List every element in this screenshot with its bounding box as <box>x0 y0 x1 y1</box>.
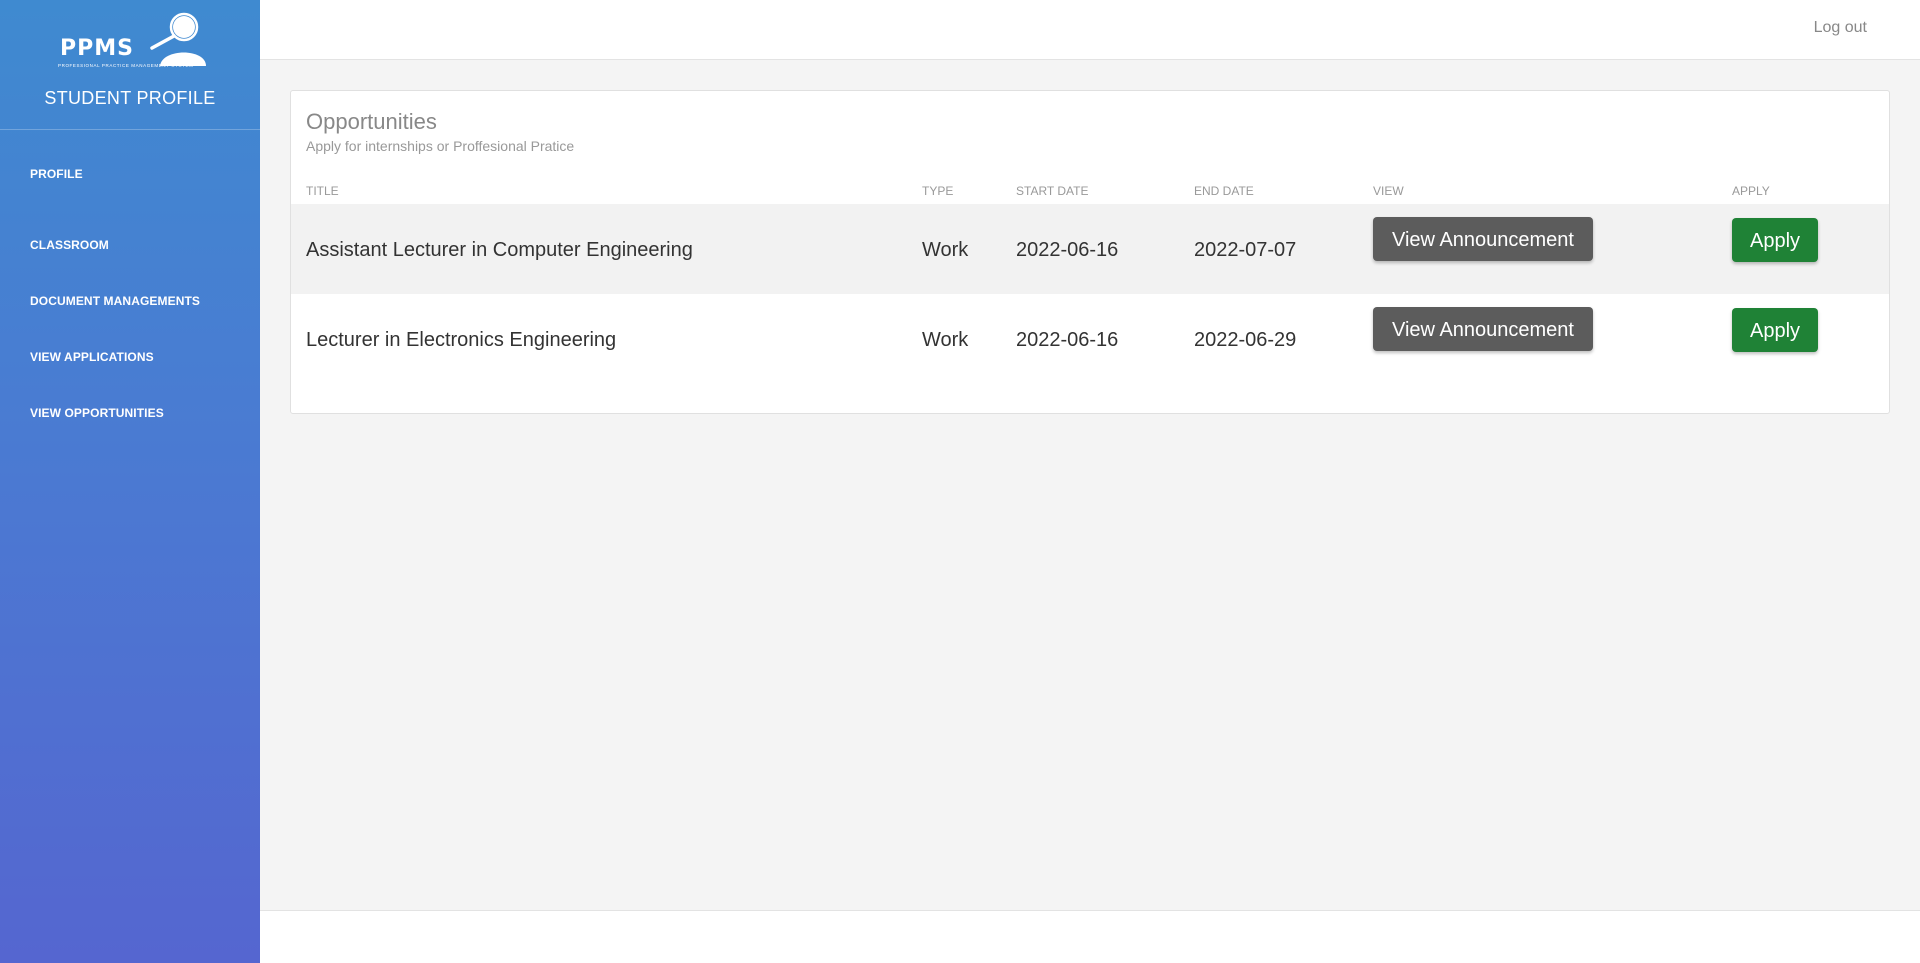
opportunity-type: Work <box>922 239 969 261</box>
column-header-title: TITLE <box>306 184 339 198</box>
column-header-type: TYPE <box>922 184 954 198</box>
view-announcement-button[interactable]: View Announcement <box>1373 307 1593 351</box>
card-title: Opportunities <box>306 109 437 134</box>
opportunity-title: Assistant Lecturer in Computer Engineeri… <box>306 239 693 261</box>
footer <box>260 910 1920 963</box>
sidebar: PPMS PROFESSIONAL PRACTICE MANAGEMENT SY… <box>0 0 260 963</box>
opportunity-type: Work <box>922 329 969 351</box>
apply-button[interactable]: Apply <box>1732 218 1818 262</box>
view-announcement-button[interactable]: View Announcement <box>1373 217 1593 261</box>
column-header-apply: APPLY <box>1732 184 1770 198</box>
logo-text: PPMS <box>60 36 134 61</box>
table-row: Assistant Lecturer in Computer Engineeri… <box>291 204 1889 294</box>
person-search-icon <box>150 12 206 66</box>
column-header-end-date: END DATE <box>1194 184 1254 198</box>
sidebar-brand: PPMS PROFESSIONAL PRACTICE MANAGEMENT SY… <box>0 0 260 130</box>
opportunity-end-date: 2022-07-07 <box>1194 239 1297 261</box>
sidebar-item-document-managements[interactable]: DOCUMENT MANAGEMENTS <box>30 294 200 308</box>
sidebar-title: STUDENT PROFILE <box>44 88 216 108</box>
logo[interactable]: PPMS PROFESSIONAL PRACTICE MANAGEMENT SY… <box>58 10 206 70</box>
sidebar-item-view-opportunities[interactable]: VIEW OPPORTUNITIES <box>30 406 164 420</box>
top-navbar: Log out <box>260 0 1920 60</box>
column-header-view: VIEW <box>1373 184 1404 198</box>
apply-button[interactable]: Apply <box>1732 308 1818 352</box>
sidebar-item-classroom[interactable]: CLASSROOM <box>30 238 109 252</box>
opportunity-end-date: 2022-06-29 <box>1194 329 1297 351</box>
sidebar-item-view-applications[interactable]: VIEW APPLICATIONS <box>30 350 154 364</box>
opportunity-title: Lecturer in Electronics Engineering <box>306 329 617 351</box>
sidebar-item-profile[interactable]: PROFILE <box>30 167 83 181</box>
opportunity-start-date: 2022-06-16 <box>1016 239 1119 261</box>
table-row: Lecturer in Electronics Engineering Work… <box>291 294 1889 384</box>
opportunity-start-date: 2022-06-16 <box>1016 329 1119 351</box>
logout-link[interactable]: Log out <box>1814 19 1867 37</box>
opportunities-card: Opportunities Apply for internships or P… <box>290 90 1890 414</box>
card-subtitle: Apply for internships or Proffesional Pr… <box>306 138 575 154</box>
column-header-start-date: START DATE <box>1016 184 1089 198</box>
